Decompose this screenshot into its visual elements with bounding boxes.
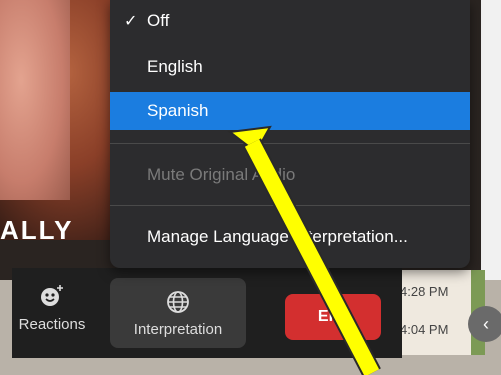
yellow-arrow-annotation [227, 125, 381, 375]
arrow-shaft [244, 139, 380, 375]
meeting-window: ALLY 4:28 PM 4:04 PM ‹ Reactions Interpr… [0, 0, 501, 375]
